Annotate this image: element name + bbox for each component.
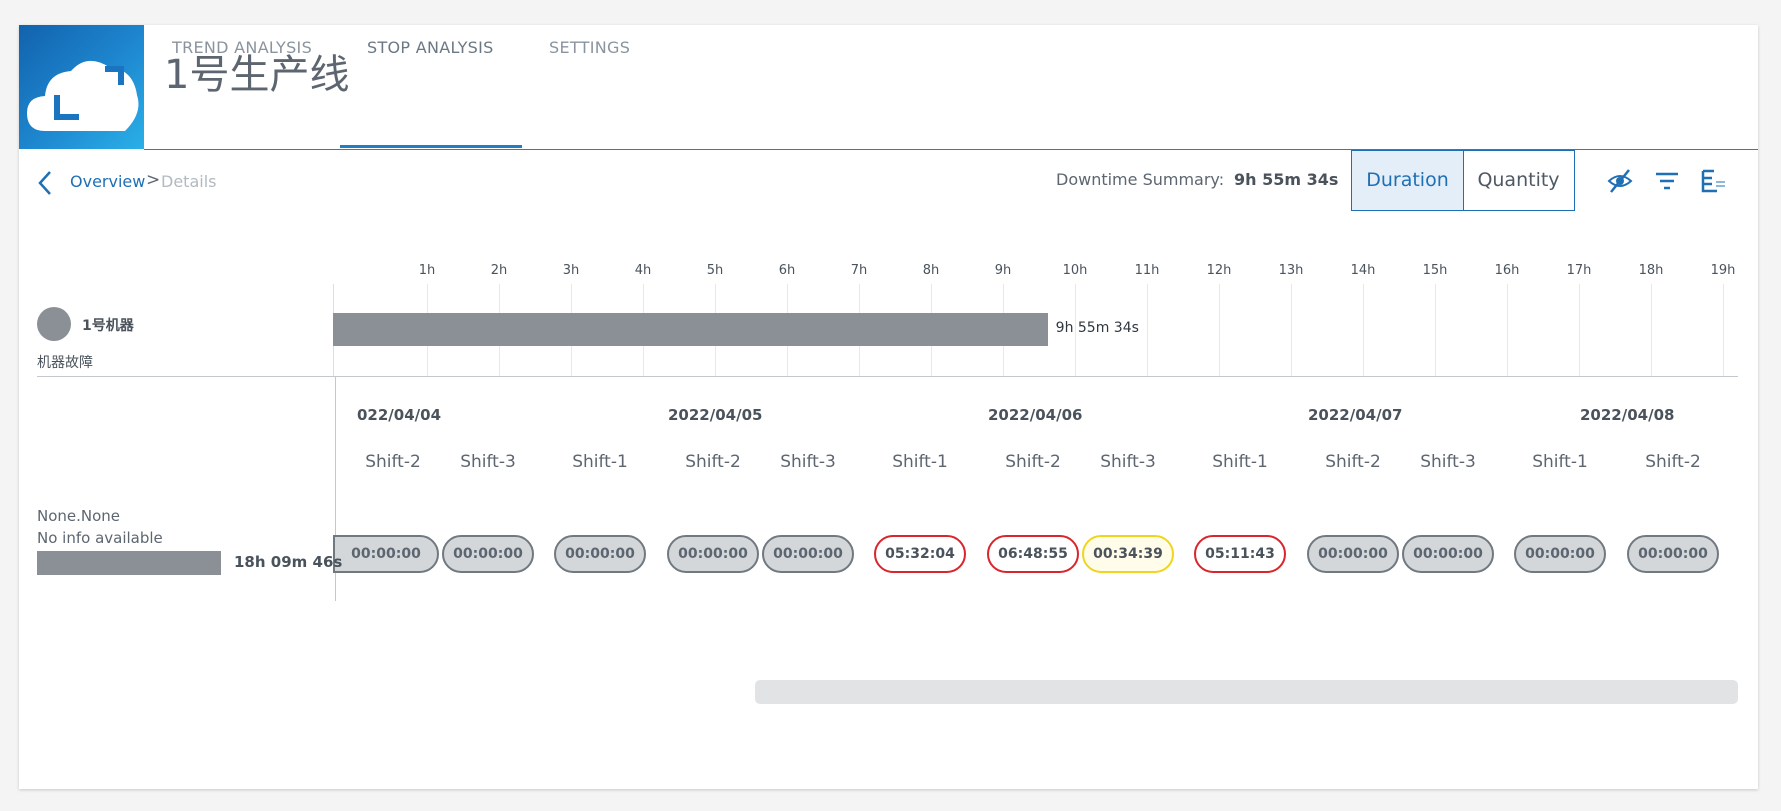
shift-label: Shift-1 [1532,452,1588,472]
axis-tick-label: 18h [1638,263,1664,278]
app-logo [19,25,144,149]
row-total-bar [37,551,221,575]
axis-tick-label: 5h [706,263,724,278]
shift-duration-pill[interactable]: 00:00:00 [554,535,646,573]
gridline [1723,284,1724,376]
shift-duration-pill[interactable]: 00:00:00 [1514,535,1606,573]
axis-tick-label: 17h [1566,263,1592,278]
breadcrumb-overview[interactable]: Overview [70,172,145,191]
shift-label: Shift-3 [460,452,516,472]
axis-tick-label: 4h [634,263,652,278]
timeline-date: 2022/04/08 [1580,406,1675,424]
shift-label: Shift-1 [892,452,948,472]
breadcrumb-separator: > [146,170,161,190]
shift-duration-pill[interactable]: 00:00:00 [1627,535,1719,573]
quantity-option[interactable]: Quantity [1463,151,1574,210]
shift-duration-pill[interactable]: 00:00:00 [1307,535,1399,573]
shift-label: Shift-3 [780,452,836,472]
axis-tick-label: 2h [490,263,508,278]
downtime-bar-label: 9h 55m 34s [1055,320,1139,336]
shift-duration-pill[interactable]: 00:00:00 [762,535,854,573]
machine-avatar [37,307,71,341]
gridline [1651,284,1652,376]
gridline [1219,284,1220,376]
axis-tick-label: 19h [1710,263,1736,278]
row-label: None.None [37,507,121,525]
shift-duration-pill[interactable]: 05:32:04 [874,535,966,573]
machine-name: 1号机器 [82,318,134,334]
tab-settings[interactable]: SETTINGS [549,25,630,71]
gridline [1147,284,1148,376]
chevron-left-icon[interactable] [34,168,54,198]
breadcrumb-details: Details [161,172,217,191]
axis-tick-label: 14h [1350,263,1376,278]
filter-icon[interactable] [1654,168,1680,194]
duration-quantity-toggle: Duration Quantity [1351,150,1575,211]
shift-label: Shift-1 [572,452,628,472]
gridline [1291,284,1292,376]
shift-duration-pill[interactable]: 06:48:55 [987,535,1079,573]
visibility-off-icon[interactable] [1607,168,1633,194]
horizontal-scrollbar[interactable] [755,680,1738,704]
export-xls-icon[interactable] [1700,168,1726,194]
tab-stop-analysis[interactable]: STOP ANALYSIS [367,25,494,71]
gridline [1579,284,1580,376]
shift-label: Shift-1 [1212,452,1268,472]
shift-label: Shift-3 [1100,452,1156,472]
axis-tick-label: 16h [1494,263,1520,278]
shift-label: Shift-2 [685,452,741,472]
shift-duration-pill[interactable]: 05:11:43 [1194,535,1286,573]
shift-label: Shift-2 [1645,452,1701,472]
shift-label: Shift-2 [1005,452,1061,472]
downtime-summary-label: Downtime Summary: [1056,170,1225,189]
tab-trend-analysis[interactable]: TREND ANALYSIS [172,25,312,71]
timeline-date: 2022/04/07 [1308,406,1403,424]
shift-label: Shift-3 [1420,452,1476,472]
axis-tick-label: 6h [778,263,796,278]
duration-option[interactable]: Duration [1352,151,1464,210]
timeline-date: 022/04/04 [357,406,442,424]
axis-tick-label: 9h [994,263,1012,278]
shift-duration-pill[interactable]: 00:00:00 [333,535,439,573]
axis-tick-label: 8h [922,263,940,278]
axis-tick-label: 13h [1278,263,1304,278]
axis-tick-label: 1h [418,263,436,278]
axis-tick-label: 3h [562,263,580,278]
machine-fault-reason: 机器故障 [37,355,93,371]
row-sublabel: No info available [37,529,163,547]
section-divider [37,376,1738,377]
gridline [1507,284,1508,376]
gridline [1363,284,1364,376]
shift-duration-pill[interactable]: 00:34:39 [1082,535,1174,573]
axis-tick-label: 12h [1206,263,1232,278]
shift-duration-pill[interactable]: 00:00:00 [442,535,534,573]
shift-label: Shift-2 [365,452,421,472]
timeline-date: 2022/04/06 [988,406,1083,424]
row-total-value: 18h 09m 46s [234,553,343,571]
active-tab-indicator [340,145,522,148]
shift-label: Shift-2 [1325,452,1381,472]
axis-tick-label: 15h [1422,263,1448,278]
main-card: 1号生产线 TREND ANALYSIS STOP ANALYSIS SETTI… [19,25,1758,789]
shift-duration-pill[interactable]: 00:00:00 [667,535,759,573]
timeline-date: 2022/04/05 [668,406,763,424]
cloud-logo-icon [27,60,139,131]
gridline [1435,284,1436,376]
downtime-summary-value: 9h 55m 34s [1234,170,1339,189]
downtime-bar[interactable] [333,313,1048,346]
axis-tick-label: 11h [1134,263,1160,278]
axis-tick-label: 10h [1062,263,1088,278]
axis-tick-label: 7h [850,263,868,278]
shift-duration-pill[interactable]: 00:00:00 [1402,535,1494,573]
